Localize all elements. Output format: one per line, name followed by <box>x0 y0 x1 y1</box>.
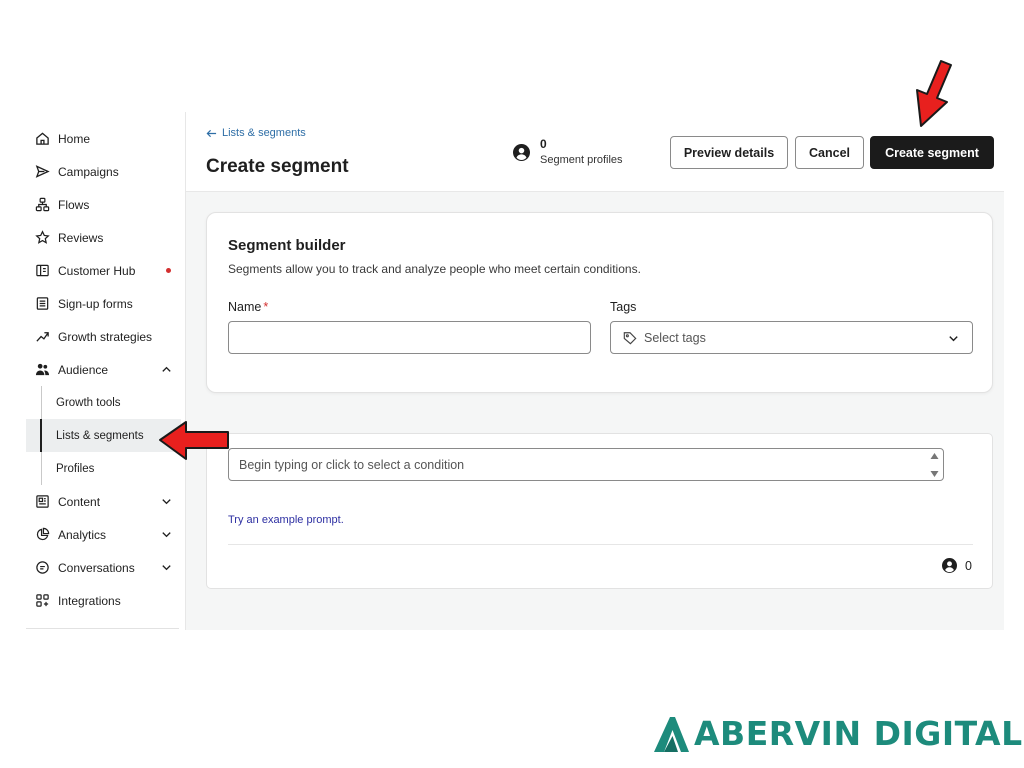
create-segment-button[interactable]: Create segment <box>870 136 994 169</box>
sidebar-item-home[interactable]: Home <box>26 122 181 155</box>
sidebar-item-label: Campaigns <box>58 164 119 179</box>
sidebar-divider <box>26 628 179 629</box>
profile-count-value: 0 <box>540 137 547 151</box>
grid-plus-icon <box>34 593 50 609</box>
sidebar-item-campaigns[interactable]: Campaigns <box>26 155 181 188</box>
trend-up-icon <box>34 329 50 345</box>
back-link-label: Lists & segments <box>222 127 306 139</box>
pie-chart-icon <box>34 527 50 543</box>
cancel-button[interactable]: Cancel <box>795 136 864 169</box>
user-circle-icon <box>513 144 530 161</box>
content-icon <box>34 494 50 510</box>
annotation-arrow-lists <box>159 421 229 460</box>
sidebar-item-flows[interactable]: Flows <box>26 188 181 221</box>
chevron-down-icon[interactable] <box>160 561 173 574</box>
page-header: Lists & segments Create segment 0 Segmen… <box>186 112 1004 192</box>
chevron-down-icon[interactable] <box>160 528 173 541</box>
conditions-card: Begin typing or click to select a condit… <box>206 433 993 589</box>
sidebar-item-audience[interactable]: Audience <box>26 353 181 386</box>
tags-label: Tags <box>610 300 637 314</box>
segment-builder-card: Segment builder Segments allow you to tr… <box>206 212 993 393</box>
tags-placeholder: Select tags <box>644 330 706 345</box>
logo-mark-icon <box>654 717 689 752</box>
required-mark: * <box>263 300 269 314</box>
sidebar-item-reviews[interactable]: Reviews <box>26 221 181 254</box>
home-icon <box>34 131 50 147</box>
sidebar-item-signup-forms[interactable]: Sign-up forms <box>26 287 181 320</box>
flows-icon <box>34 197 50 213</box>
segment-builder-title: Segment builder <box>228 237 346 254</box>
arrow-left-icon <box>206 129 217 137</box>
name-input[interactable] <box>228 321 591 354</box>
tags-select[interactable]: Select tags <box>610 321 973 354</box>
brand-logo: ABERVIN DIGITAL <box>652 714 1023 754</box>
send-icon <box>34 164 50 180</box>
sidebar-item-content[interactable]: Content <box>26 485 181 518</box>
notification-dot <box>166 268 171 273</box>
sidebar-item-conversations[interactable]: Conversations <box>26 551 181 584</box>
sidebar: Home Campaigns Flows Reviews Customer Hu… <box>26 122 181 617</box>
scroll-up-icon[interactable] <box>930 452 939 460</box>
condition-input[interactable]: Begin typing or click to select a condit… <box>228 448 944 481</box>
tag-icon <box>623 331 637 344</box>
scroll-down-icon[interactable] <box>930 470 939 478</box>
condition-profile-count: 0 <box>942 558 972 573</box>
sidebar-item-label: Audience <box>58 362 109 377</box>
sidebar-item-label: Integrations <box>58 593 121 608</box>
sidebar-item-label: Home <box>58 131 91 146</box>
back-link[interactable]: Lists & segments <box>206 127 306 139</box>
logo-text: ABERVIN DIGITAL <box>694 714 1023 753</box>
sidebar-item-label: Growth strategies <box>58 329 153 344</box>
sidebar-item-label: Content <box>58 494 101 509</box>
form-icon <box>34 296 50 312</box>
condition-placeholder: Begin typing or click to select a condit… <box>239 457 465 472</box>
sidebar-item-integrations[interactable]: Integrations <box>26 584 181 617</box>
condition-scrollbar[interactable] <box>930 452 939 478</box>
sidebar-item-label: Analytics <box>58 527 107 542</box>
sidebar-item-analytics[interactable]: Analytics <box>26 518 181 551</box>
sidebar-item-customer-hub[interactable]: Customer Hub <box>26 254 181 287</box>
name-label: Name * <box>228 300 268 314</box>
user-circle-icon <box>942 558 958 573</box>
name-label-text: Name <box>228 300 262 314</box>
conditions-divider <box>228 544 973 545</box>
sidebar-item-label: Customer Hub <box>58 263 136 278</box>
sidebar-item-label: Reviews <box>58 230 104 245</box>
customer-hub-icon <box>34 263 50 279</box>
sidebar-item-label: Flows <box>58 197 90 212</box>
condition-count-value: 0 <box>965 558 972 573</box>
profile-count-label: Segment profiles <box>540 154 623 166</box>
sidebar-item-growth-strategies[interactable]: Growth strategies <box>26 320 181 353</box>
preview-details-button[interactable]: Preview details <box>670 136 788 169</box>
chevron-down-icon <box>949 336 958 342</box>
chevron-up-icon[interactable] <box>160 363 173 376</box>
chevron-down-icon[interactable] <box>160 495 173 508</box>
star-icon <box>34 230 50 246</box>
chat-icon <box>34 560 50 576</box>
segment-builder-description: Segments allow you to track and analyze … <box>228 262 641 276</box>
sidebar-subitem-growth-tools[interactable]: Growth tools <box>26 386 181 419</box>
sidebar-item-label: Sign-up forms <box>58 296 133 311</box>
annotation-arrow-create <box>916 60 952 127</box>
sidebar-item-label: Conversations <box>58 560 135 575</box>
example-prompt-link[interactable]: Try an example prompt. <box>228 514 344 526</box>
segment-profile-count: 0 Segment profiles <box>513 137 623 167</box>
page-title: Create segment <box>206 156 349 177</box>
people-icon <box>34 362 50 378</box>
